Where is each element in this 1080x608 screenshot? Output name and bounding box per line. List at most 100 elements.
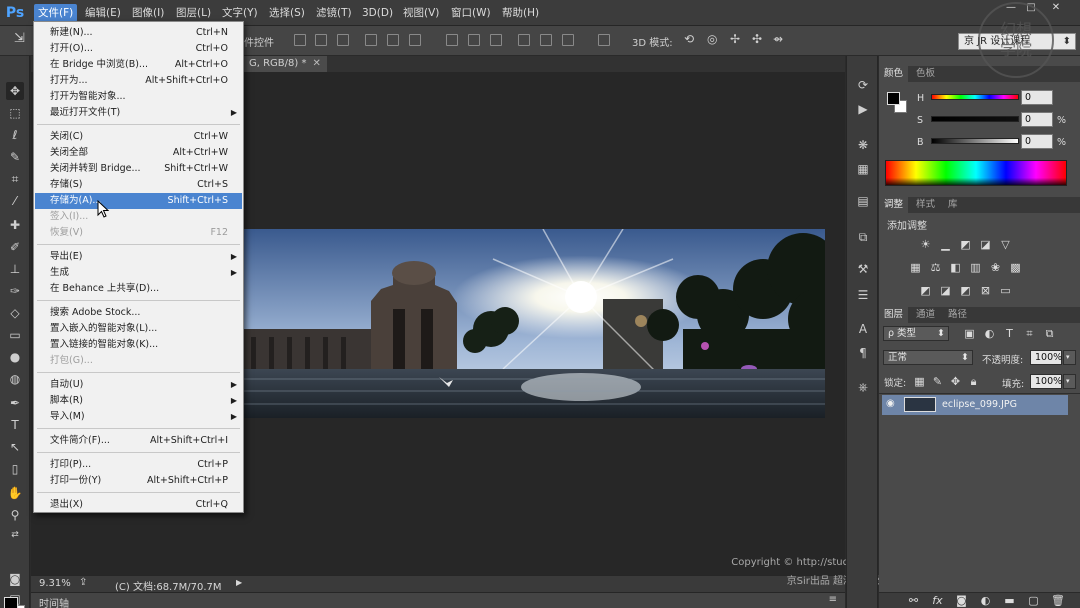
exposure-icon[interactable]: ◪	[979, 238, 992, 251]
filter-smart-object-icon[interactable]: ⧉	[1043, 327, 1056, 340]
tab-adjustments[interactable]: 调整	[879, 197, 909, 213]
align-left-icon[interactable]	[294, 34, 306, 46]
timeline-panel-bar[interactable]: 时间轴 ≡	[31, 592, 845, 608]
auto-align-icon[interactable]	[598, 34, 610, 46]
crop-tool-icon[interactable]: ⌗	[6, 170, 24, 188]
menu-edit[interactable]: 编辑(E)	[81, 4, 125, 22]
menu-view[interactable]: 视图(V)	[399, 4, 443, 22]
menu-help[interactable]: 帮助(H)	[498, 4, 543, 22]
file-menu-item[interactable]: 关闭全部 Alt+Ctrl+W	[35, 145, 242, 161]
layer-name[interactable]: eclipse_099.JPG	[942, 399, 1017, 410]
file-menu-item[interactable]: 打开为智能对象...	[35, 89, 242, 105]
distribute-right-icon[interactable]	[562, 34, 574, 46]
photo-filter-icon[interactable]: ▥	[969, 261, 982, 274]
filter-type-icon[interactable]: T	[1003, 327, 1016, 340]
brush-panel-icon[interactable]: ☰	[854, 286, 872, 304]
swap-colors-icon[interactable]: ⇄	[6, 526, 24, 544]
properties-panel-icon[interactable]: ❋	[854, 136, 872, 154]
filter-shape-icon[interactable]: ⌗	[1023, 327, 1036, 340]
distribute-bottom-icon[interactable]	[490, 34, 502, 46]
lock-all-icon[interactable]: 🔒︎	[967, 375, 980, 388]
distribute-hcenter-icon[interactable]	[540, 34, 552, 46]
threshold-icon[interactable]: ◩	[959, 284, 972, 297]
brightness-value[interactable]: 0	[1021, 134, 1053, 149]
brightness-slider[interactable]	[931, 138, 1019, 144]
document-tab[interactable]: G, RGB/8) * ✕	[243, 56, 327, 72]
hue-slider[interactable]	[931, 94, 1019, 100]
levels-icon[interactable]: ▁	[939, 238, 952, 251]
layer-filter-select[interactable]: ρ 类型 ⬍	[883, 326, 949, 341]
layer-effects-icon[interactable]: fx	[931, 594, 944, 607]
color-panel-foreground[interactable]	[887, 92, 900, 105]
info-panel-icon[interactable]: ▤	[854, 192, 872, 210]
invert-icon[interactable]: ◩	[919, 284, 932, 297]
file-menu-item[interactable]: 关闭并转到 Bridge... Shift+Ctrl+W	[35, 161, 242, 177]
quick-mask-icon[interactable]: ◙	[6, 570, 24, 588]
menu-3d[interactable]: 3D(D)	[358, 4, 397, 22]
lasso-tool-icon[interactable]: ℓ	[6, 126, 24, 144]
hue-value[interactable]: 0	[1021, 90, 1053, 105]
link-layers-icon[interactable]: ⚯	[907, 594, 920, 607]
posterize-icon[interactable]: ◪	[939, 284, 952, 297]
menu-image[interactable]: 图像(I)	[128, 4, 168, 22]
menu-window[interactable]: 窗口(W)	[447, 4, 495, 22]
color-spectrum-ramp[interactable]	[885, 160, 1067, 186]
new-layer-icon[interactable]: ▢	[1027, 594, 1040, 607]
saturation-value[interactable]: 0	[1021, 112, 1053, 127]
panel-menu-icon[interactable]: ≡	[829, 594, 837, 605]
hand-tool-icon[interactable]: ✋	[6, 484, 24, 502]
tab-styles[interactable]: 样式	[911, 197, 940, 213]
new-adjustment-icon[interactable]: ◐	[979, 594, 992, 607]
menu-file[interactable]: 文件(F)	[34, 4, 78, 22]
align-vcenter-icon[interactable]	[387, 34, 399, 46]
file-menu-item[interactable]: 打开(O)... Ctrl+O	[35, 41, 242, 57]
channel-mixer-icon[interactable]: ❀	[989, 261, 1002, 274]
file-menu-item[interactable]: 自动(U) ▶	[35, 377, 242, 393]
brush-tool-icon[interactable]: ✐	[6, 238, 24, 256]
brightness-contrast-icon[interactable]: ☀	[919, 238, 932, 251]
move-tool-preset-icon[interactable]: ⇲	[14, 31, 25, 46]
file-menu-item[interactable]: 存储(S) Ctrl+S	[35, 177, 242, 193]
document-image[interactable]	[243, 229, 825, 418]
color-balance-icon[interactable]: ⚖	[929, 261, 942, 274]
file-menu-item[interactable]: 搜索 Adobe Stock...	[35, 305, 242, 321]
close-window-button[interactable]: ✕	[1047, 1, 1065, 15]
3d-slide-icon[interactable]: ✣	[752, 32, 762, 46]
opacity-value[interactable]: 100%	[1030, 350, 1062, 365]
play-arrow-icon[interactable]: ▶	[236, 578, 242, 587]
file-menu-item[interactable]: 在 Bridge 中浏览(B)... Alt+Ctrl+O	[35, 57, 242, 73]
tab-swatches[interactable]: 色板	[911, 66, 940, 82]
file-menu-item[interactable]: 导出(E) ▶	[35, 249, 242, 265]
quick-select-tool-icon[interactable]: ✎	[6, 148, 24, 166]
distribute-left-icon[interactable]	[518, 34, 530, 46]
zoom-tool-icon[interactable]: ⚲	[6, 506, 24, 524]
fill-value[interactable]: 100%	[1030, 374, 1062, 389]
eyedropper-tool-icon[interactable]: ⁄	[6, 192, 24, 210]
file-menu-item[interactable]: 打开为... Alt+Shift+Ctrl+O	[35, 73, 242, 89]
vibrance-icon[interactable]: ▽	[999, 238, 1012, 251]
eraser-tool-icon[interactable]: ◇	[6, 304, 24, 322]
file-menu-item[interactable]: 导入(M) ▶	[35, 409, 242, 425]
align-top-icon[interactable]	[365, 34, 377, 46]
file-menu-item[interactable]: 置入嵌入的智能对象(L)...	[35, 321, 242, 337]
3d-roll-icon[interactable]: ◎	[707, 32, 717, 46]
file-menu-item[interactable]: 文件简介(F)... Alt+Shift+Ctrl+I	[35, 433, 242, 449]
gradient-tool-icon[interactable]: ▭	[6, 326, 24, 344]
menu-filter[interactable]: 滤镜(T)	[312, 4, 356, 22]
filter-pixel-icon[interactable]: ▣	[963, 327, 976, 340]
fill-dropdown-icon[interactable]: ▾	[1063, 374, 1076, 389]
curves-icon[interactable]: ◩	[959, 238, 972, 251]
file-menu-item[interactable]: 关闭(C) Ctrl+W	[35, 129, 242, 145]
file-menu-item[interactable]: 新建(N)... Ctrl+N	[35, 25, 242, 41]
layer-row[interactable]: ◉ eclipse_099.JPG	[882, 395, 1068, 415]
clone-source-panel-icon[interactable]: ⧉	[854, 228, 872, 246]
character-panel-icon[interactable]: A	[854, 320, 872, 338]
close-icon[interactable]: ✕	[312, 58, 320, 69]
3d-scale-icon[interactable]: ⇴	[773, 32, 783, 46]
menu-type[interactable]: 文字(Y)	[218, 4, 262, 22]
zoom-level[interactable]: 9.31%	[39, 578, 71, 589]
blur-tool-icon[interactable]: ●	[6, 348, 24, 366]
tab-channels[interactable]: 通道	[911, 307, 940, 323]
menu-layer[interactable]: 图层(L)	[172, 4, 215, 22]
history-panel-icon[interactable]: ⟳	[854, 76, 872, 94]
